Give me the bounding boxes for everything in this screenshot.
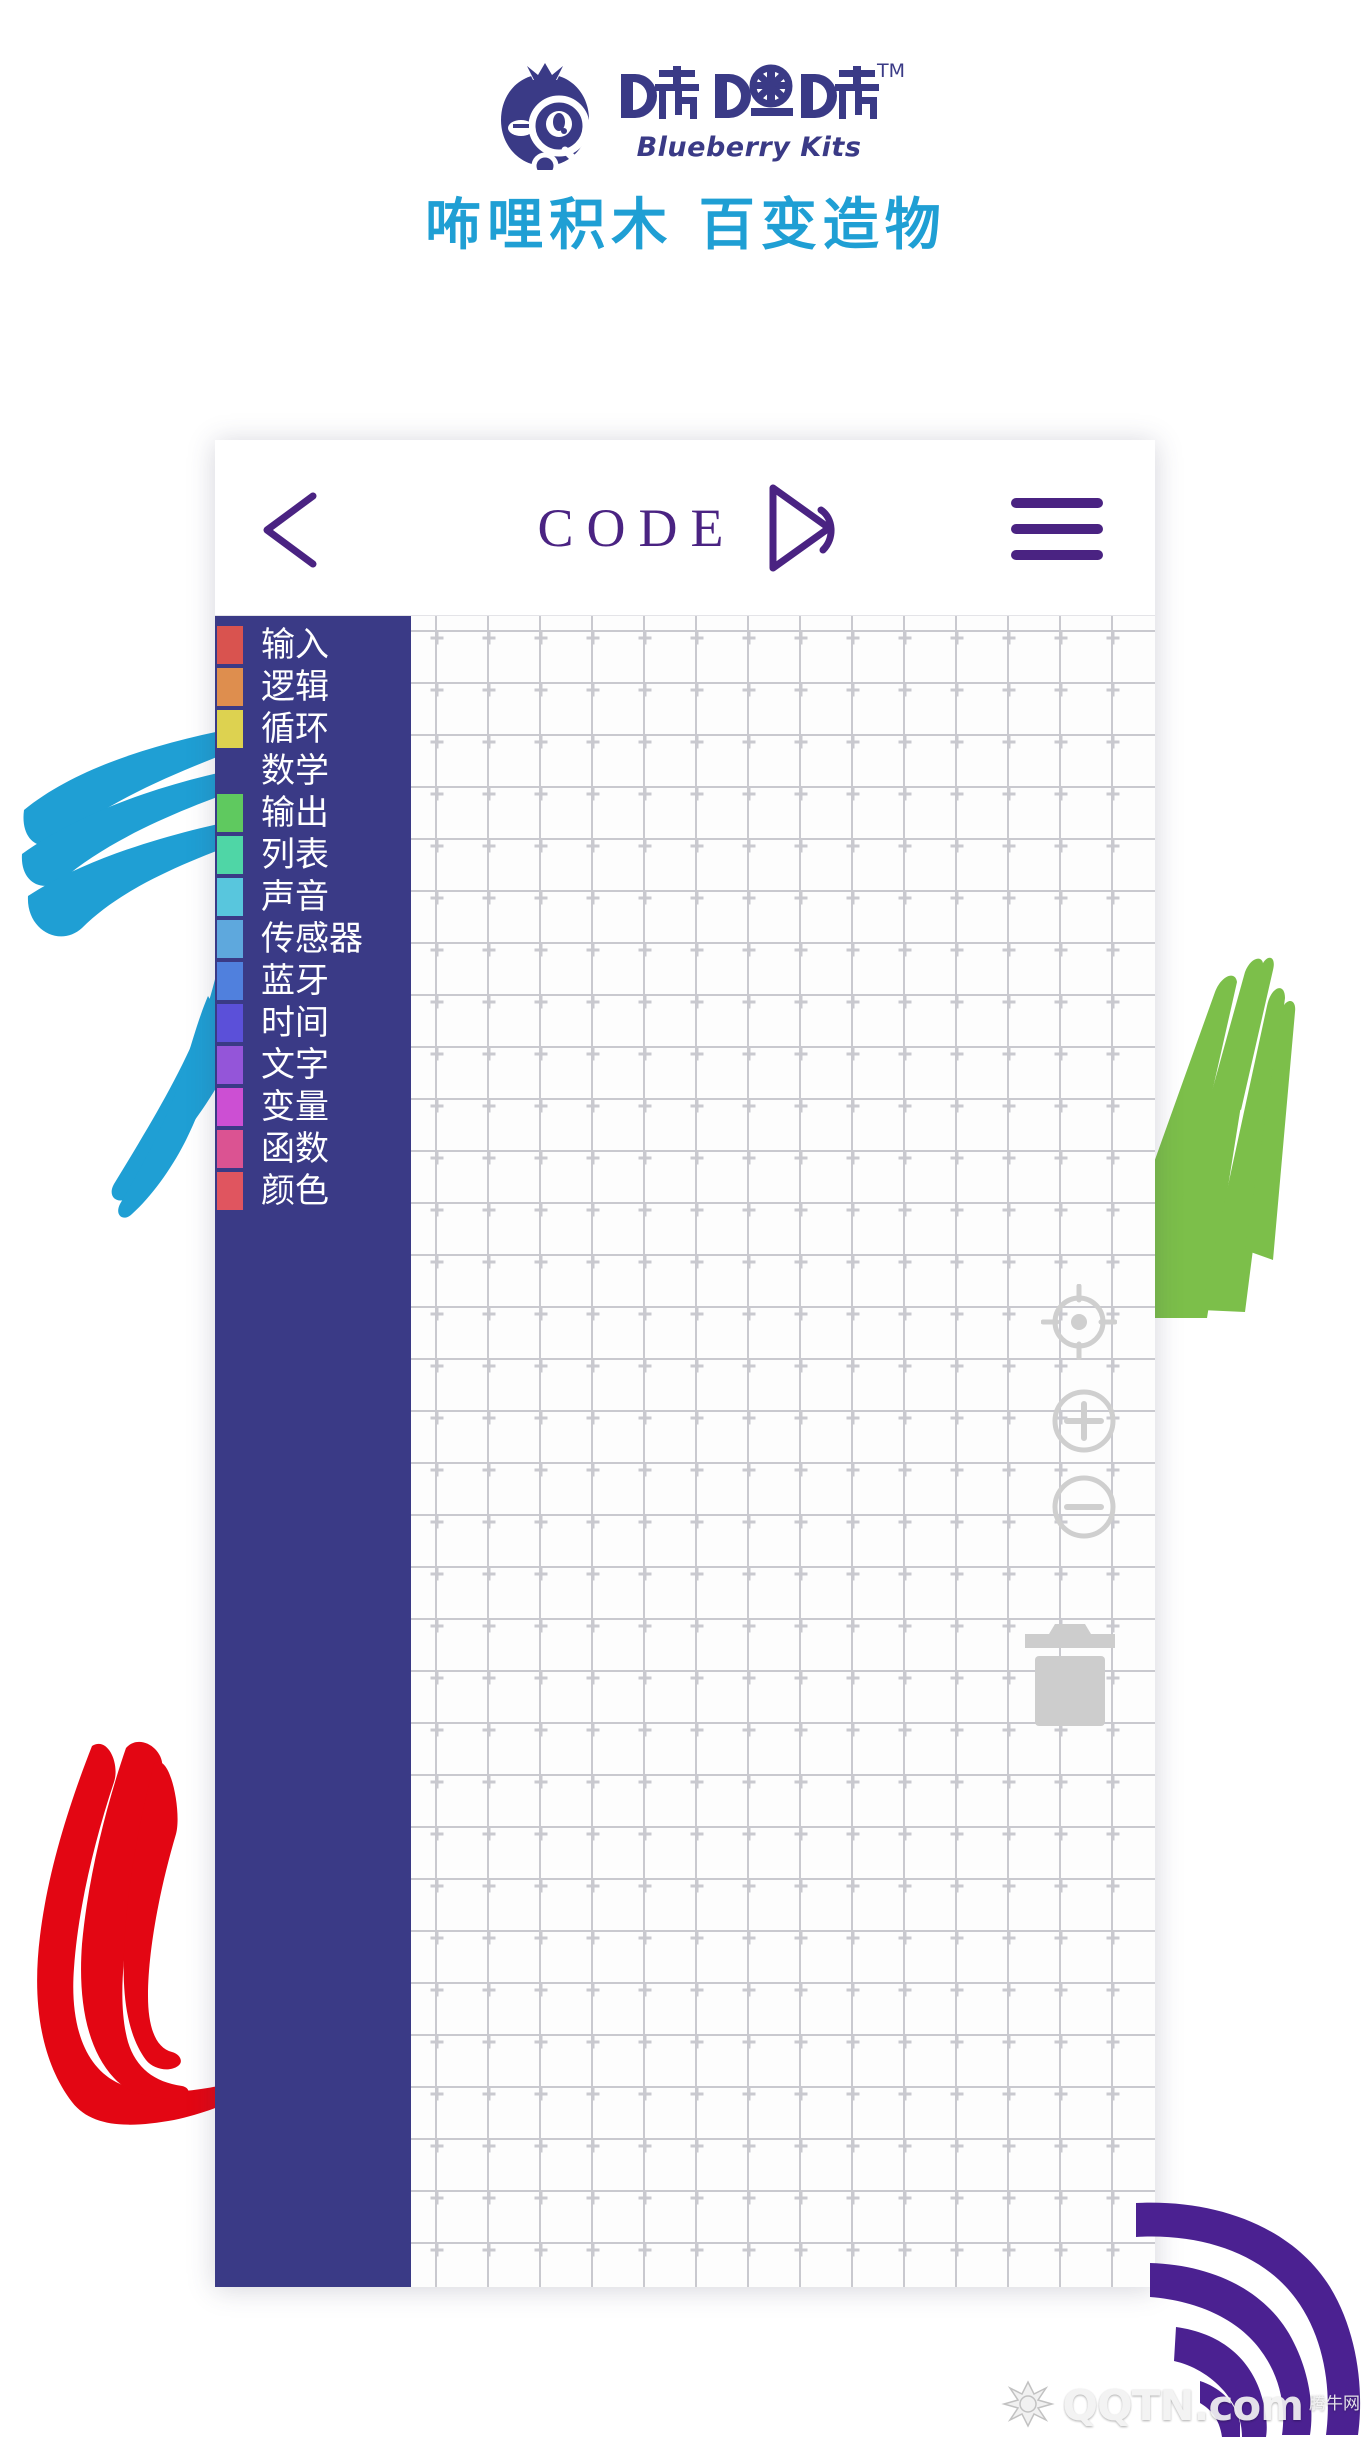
category-label: 传感器 [261,919,363,959]
sidebar-item-11[interactable]: 变量 [215,1086,411,1128]
category-label: 颜色 [261,1171,329,1211]
category-color-swatch [217,668,243,706]
menu-bar-3 [1011,550,1103,560]
canvas-dot-grid [430,631,1120,2257]
category-color-swatch [217,1046,243,1084]
blocks-canvas[interactable] [411,616,1155,2287]
center-view-icon[interactable] [1041,1284,1117,1360]
category-color-swatch [217,1172,243,1210]
watermark-site-cn: 腾牛网 [1309,2394,1360,2414]
category-color-swatch [217,836,243,874]
category-label: 循环 [261,709,329,749]
category-label: 时间 [261,1003,329,1043]
sidebar-item-8[interactable]: 蓝牙 [215,960,411,1002]
category-label: 输出 [261,793,329,833]
play-triangle-icon[interactable] [759,480,839,576]
sidebar-item-12[interactable]: 函数 [215,1128,411,1170]
category-color-swatch [217,962,243,1000]
category-sidebar[interactable]: 输入 逻辑 循环 数学 输出 列表 声音 传感器 蓝牙 时间 文字 变量 函数 颜色 [215,616,411,2287]
sidebar-item-13[interactable]: 颜色 [215,1170,411,1212]
category-label: 蓝牙 [261,961,329,1001]
category-color-swatch [217,752,243,790]
category-color-swatch [217,1088,243,1126]
menu-bar-2 [1011,524,1103,534]
sidebar-item-2[interactable]: 循环 [215,708,411,750]
trash-can-icon[interactable] [1025,1618,1115,1726]
hamburger-menu-icon[interactable] [1011,498,1103,560]
menu-bar-1 [1011,498,1103,508]
site-watermark: QQTN.com 腾牛网 [1000,2378,1360,2430]
brand-text-block: TM Blueberry Kits [619,58,905,163]
sidebar-item-10[interactable]: 文字 [215,1044,411,1086]
category-label: 声音 [261,877,329,917]
app-header: CODE [215,440,1155,616]
category-color-swatch [217,878,243,916]
qqtn-logo-icon [1001,2380,1056,2428]
app-body: 输入 逻辑 循环 数学 输出 列表 声音 传感器 蓝牙 时间 文字 变量 函数 颜色 [215,616,1155,2287]
category-label: 输入 [261,625,329,665]
zoom-in-icon[interactable] [1051,1388,1117,1454]
sidebar-item-5[interactable]: 列表 [215,834,411,876]
category-color-swatch [217,920,243,958]
category-label: 变量 [261,1087,329,1127]
brand-wordmark [621,64,879,119]
brand-header: TM Blueberry Kits [0,58,1372,170]
category-color-swatch [217,794,243,832]
category-color-swatch [217,1130,243,1168]
sidebar-item-0[interactable]: 输入 [215,624,411,666]
page-root: TM Blueberry Kits 咘哩积木 百变造物 CODE 输入 逻辑 循… [0,0,1372,2440]
app-card: CODE 输入 逻辑 循环 数学 输出 列表 声音 传感器 蓝牙 时间 文字 变量 函数 颜色 [215,440,1155,2287]
sidebar-item-1[interactable]: 逻辑 [215,666,411,708]
zoom-out-icon[interactable] [1051,1474,1117,1540]
category-color-swatch [217,626,243,664]
sidebar-item-6[interactable]: 声音 [215,876,411,918]
category-label: 列表 [261,835,329,875]
sidebar-item-4[interactable]: 输出 [215,792,411,834]
blueberry-character-icon [501,58,590,170]
page-title: CODE [537,498,737,558]
sidebar-item-9[interactable]: 时间 [215,1002,411,1044]
trademark-symbol: TM [877,60,905,82]
category-label: 数学 [261,751,329,791]
page-tagline: 咘哩积木 百变造物 [425,193,947,258]
sidebar-item-3[interactable]: 数学 [215,750,411,792]
category-color-swatch [217,1004,243,1042]
brand-subtitle: Blueberry Kits [636,132,862,163]
category-label: 函数 [261,1129,329,1169]
category-label: 逻辑 [261,667,329,707]
category-color-swatch [217,710,243,748]
category-label: 文字 [261,1045,329,1085]
watermark-site: QQTN.com [1062,2381,1304,2430]
sidebar-item-7[interactable]: 传感器 [215,918,411,960]
